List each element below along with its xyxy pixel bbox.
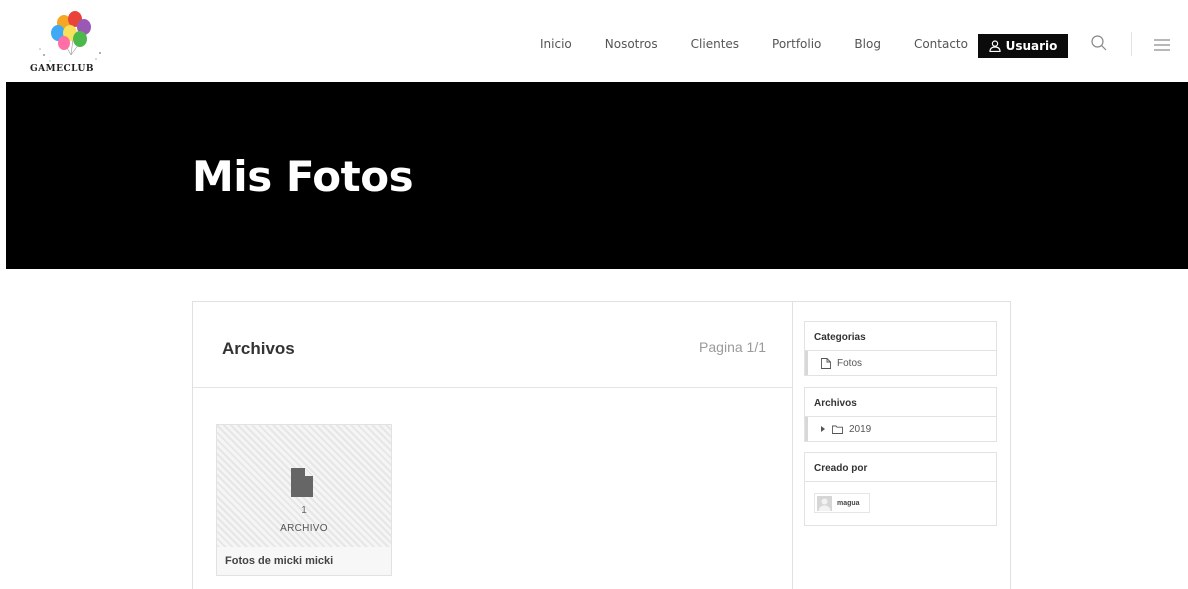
category-item-fotos[interactable]: Fotos <box>805 351 996 375</box>
user-button[interactable]: Usuario <box>978 34 1068 58</box>
categories-title: Categorias <box>805 322 996 351</box>
categories-widget: Categorias Fotos <box>804 321 997 376</box>
album-thumbnail[interactable]: 1 ARCHIVO <box>217 425 391 547</box>
files-header: Archivos Pagina 1/1 <box>193 302 793 388</box>
site-logo[interactable]: GAMECLUB <box>30 11 112 77</box>
avatar <box>817 495 832 511</box>
category-label: Fotos <box>837 357 863 369</box>
archive-item-2019[interactable]: 2019 <box>805 417 996 441</box>
album-card[interactable]: 1 ARCHIVO Fotos de micki micki <box>216 424 392 576</box>
file-count: 1 <box>301 505 307 516</box>
nav-clientes[interactable]: Clientes <box>691 37 739 51</box>
archive-year: 2019 <box>849 423 872 435</box>
nav-portfolio[interactable]: Portfolio <box>772 37 821 51</box>
author-title: Creado por <box>805 453 996 482</box>
author-name: magua <box>837 499 860 507</box>
files-column: Archivos Pagina 1/1 1 ARCHIVO Fotos de m… <box>193 302 793 589</box>
folder-icon <box>832 425 843 434</box>
nav-blog[interactable]: Blog <box>854 37 881 51</box>
file-icon <box>291 468 313 497</box>
archives-widget: Archivos 2019 <box>804 387 997 442</box>
nav-inicio[interactable]: Inicio <box>540 37 572 51</box>
page-indicator: Pagina 1/1 <box>699 339 766 355</box>
user-icon <box>988 40 1001 52</box>
nav-contacto[interactable]: Contacto <box>914 37 968 51</box>
content-panel: Archivos Pagina 1/1 1 ARCHIVO Fotos de m… <box>192 301 1011 589</box>
main-nav: Inicio Nosotros Clientes Portfolio Blog … <box>540 37 968 51</box>
logo-text: GAMECLUB <box>30 64 94 74</box>
file-count-label: ARCHIVO <box>280 523 328 534</box>
header-divider <box>1131 32 1132 56</box>
album-title[interactable]: Fotos de micki micki <box>217 547 391 575</box>
avatar-placeholder-icon <box>817 495 832 511</box>
expand-caret-icon[interactable] <box>821 426 825 432</box>
file-icon <box>821 357 831 369</box>
page-hero: Mis Fotos <box>6 82 1188 269</box>
site-header: GAMECLUB Inicio Nosotros Clientes Portfo… <box>0 0 1188 82</box>
user-button-label: Usuario <box>1005 39 1058 53</box>
page-title: Mis Fotos <box>192 152 414 201</box>
archives-title: Archivos <box>805 388 996 417</box>
author-widget: Creado por magua <box>804 452 997 526</box>
balloons-logo-icon <box>39 11 101 62</box>
section-title: Archivos <box>222 339 295 358</box>
search-icon[interactable] <box>1090 34 1108 52</box>
nav-nosotros[interactable]: Nosotros <box>605 37 658 51</box>
author-chip[interactable]: magua <box>814 493 870 513</box>
hamburger-menu-icon[interactable] <box>1154 38 1170 52</box>
